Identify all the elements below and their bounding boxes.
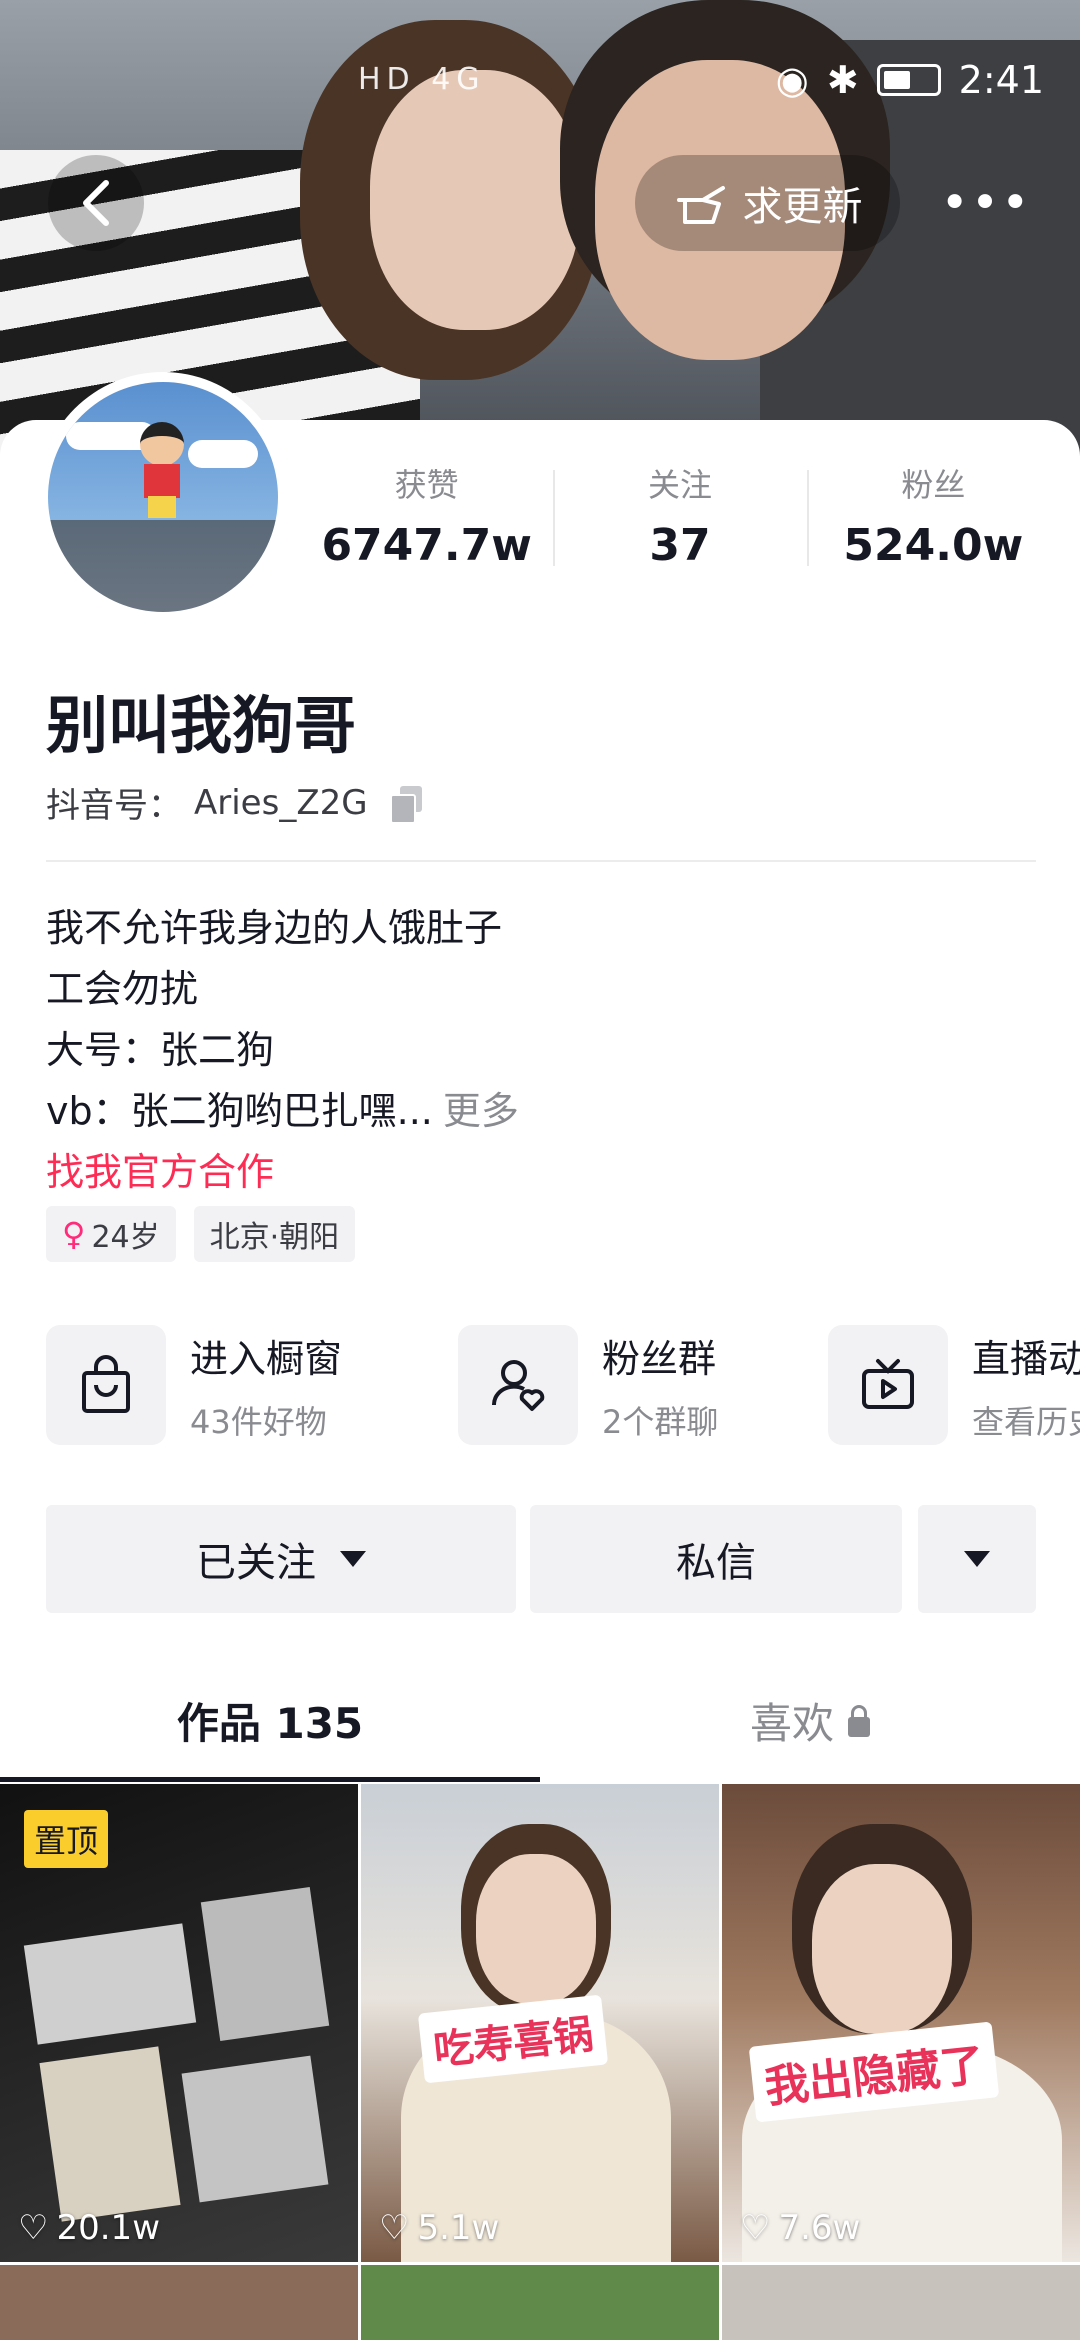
entry-subtitle: 43件好物 — [190, 1402, 327, 1441]
dropdown-arrow-icon — [964, 1551, 990, 1567]
stat-following[interactable]: 关注 37 — [553, 460, 806, 571]
avatar[interactable] — [38, 372, 288, 622]
video-thumbnail[interactable]: 吃寿喜锅 ♡ 5.1w — [361, 1784, 719, 2262]
video-thumbnail[interactable] — [361, 2265, 719, 2340]
profile-name: 别叫我狗哥 — [46, 689, 357, 762]
tab-liked-label: 喜欢 — [749, 1699, 834, 1748]
tab-works-label: 作品 135 — [176, 1699, 364, 1748]
dropdown-arrow-icon — [340, 1551, 366, 1567]
profile-card: 获赞 6747.7w 关注 37 粉丝 524.0w 别叫我狗哥 抖音号： Ari… — [0, 372, 1080, 2340]
stat-value: 6747.7w — [321, 520, 532, 571]
content-tabs: 作品 135 喜欢 — [0, 1690, 1080, 1780]
stat-label: 粉丝 — [901, 466, 966, 504]
divider — [46, 860, 1036, 862]
back-button[interactable] — [48, 155, 144, 251]
age-tag: ♀ 24岁 — [46, 1206, 176, 1262]
shop-window-entry[interactable]: 进入橱窗 43件好物 — [46, 1325, 342, 1445]
video-likes-count: 20.1w — [56, 2208, 160, 2248]
tab-works[interactable]: 作品 135 — [0, 1690, 540, 1751]
recommend-dropdown-button[interactable] — [918, 1505, 1036, 1613]
official-collab-link[interactable]: 找我官方合作 — [46, 1142, 519, 1203]
stat-label: 关注 — [647, 466, 712, 504]
eye-icon: ◉ — [775, 58, 809, 102]
douyin-id-label: 抖音号： — [46, 786, 182, 826]
bio-line: 大号：张二狗 — [46, 1028, 275, 1072]
video-likes: ♡ 5.1w — [379, 2208, 499, 2248]
more-dots-icon: ••• — [940, 175, 1032, 231]
bio-more-link[interactable]: 更多 — [443, 1089, 519, 1133]
heart-icon: ♡ — [379, 2208, 410, 2248]
lock-icon — [848, 1704, 870, 1737]
stat-value: 524.0w — [843, 520, 1024, 571]
stat-likes[interactable]: 获赞 6747.7w — [300, 460, 553, 571]
shopping-bag-icon — [82, 1355, 130, 1413]
message-button[interactable]: 私信 — [530, 1505, 902, 1613]
more-options-button[interactable]: ••• — [938, 155, 1034, 251]
douyin-id-row: 抖音号： Aries_Z2G — [46, 778, 422, 827]
network-indicators: HD 4G — [358, 62, 486, 97]
message-label: 私信 — [676, 1540, 756, 1586]
profile-actions: 已关注 私信 — [46, 1505, 1036, 1613]
video-likes-count: 5.1w — [417, 2208, 500, 2248]
bluetooth-icon: ✱ — [826, 58, 859, 102]
fan-group-entry[interactable]: 粉丝群 2个群聊 — [458, 1325, 718, 1445]
video-thumbnail[interactable] — [722, 2265, 1080, 2340]
back-arrow-icon — [83, 180, 109, 226]
followed-button[interactable]: 已关注 — [46, 1505, 516, 1613]
tab-liked[interactable]: 喜欢 — [540, 1690, 1080, 1751]
entry-subtitle: 2个群聊 — [602, 1402, 719, 1441]
age-tag-text: 24岁 — [91, 1220, 160, 1255]
request-update-label: 求更新 — [742, 184, 863, 230]
heart-icon: ♡ — [740, 2208, 771, 2248]
bio-line: 我不允许我身边的人饿肚子 — [46, 906, 503, 950]
douyin-id-value: Aries_Z2G — [194, 782, 368, 823]
female-icon: ♀ — [62, 1215, 86, 1253]
heart-icon: ♡ — [18, 2208, 49, 2248]
pinned-badge: 置顶 — [24, 1810, 109, 1868]
video-thumbnail[interactable]: 我出隐藏了 ♡ 7.6w — [722, 1784, 1080, 2262]
video-thumbnail[interactable]: 置顶 ♡ 20.1w — [0, 1784, 358, 2262]
bio-line: vb：张二狗哟巴扎嘿... — [46, 1089, 433, 1133]
pointing-hand-icon — [676, 186, 725, 224]
live-dynamics-entry[interactable]: 直播动态 查看历史 — [828, 1325, 1080, 1445]
status-time: 2:41 — [958, 58, 1044, 102]
video-likes: ♡ 7.6w — [740, 2208, 860, 2248]
profile-tags: ♀ 24岁 北京·朝阳 — [46, 1206, 356, 1262]
bio: 我不允许我身边的人饿肚子 工会勿扰 大号：张二狗 vb：张二狗哟巴扎嘿... 更多… — [46, 898, 519, 1203]
copy-icon[interactable] — [389, 785, 422, 824]
bio-line: 工会勿扰 — [46, 967, 199, 1011]
profile-stats: 获赞 6747.7w 关注 37 粉丝 524.0w — [300, 460, 1060, 571]
location-tag: 北京·朝阳 — [193, 1206, 356, 1262]
tv-play-icon — [862, 1359, 914, 1409]
active-tab-indicator — [0, 1777, 540, 1782]
video-grid: 置顶 ♡ 20.1w 吃寿喜锅 ♡ 5.1w 我出隐藏了 ♡ 7.6w — [0, 1784, 1080, 2340]
video-thumbnail[interactable] — [0, 2265, 358, 2340]
followed-label: 已关注 — [196, 1540, 316, 1586]
stat-label: 获赞 — [394, 466, 459, 504]
video-likes-count: 7.6w — [778, 2208, 861, 2248]
video-likes: ♡ 20.1w — [18, 2208, 160, 2248]
stat-value: 37 — [649, 520, 711, 571]
feature-entries: 进入橱窗 43件好物 粉丝群 2个群聊 直播动 查看历 — [46, 1325, 1080, 1450]
request-update-button[interactable]: 求更新 — [635, 155, 900, 251]
stat-followers[interactable]: 粉丝 524.0w — [806, 460, 1060, 571]
battery-icon — [876, 64, 941, 96]
entry-title: 直播动态 — [972, 1336, 1080, 1381]
status-bar: HD 4G ◉ ✱ 2:41 — [0, 50, 1080, 110]
entry-title: 粉丝群 — [602, 1336, 717, 1381]
entry-title: 进入橱窗 — [190, 1336, 343, 1381]
fan-group-icon — [491, 1360, 545, 1411]
entry-subtitle: 查看历史 — [972, 1402, 1080, 1441]
location-tag-text: 北京·朝阳 — [209, 1220, 340, 1255]
